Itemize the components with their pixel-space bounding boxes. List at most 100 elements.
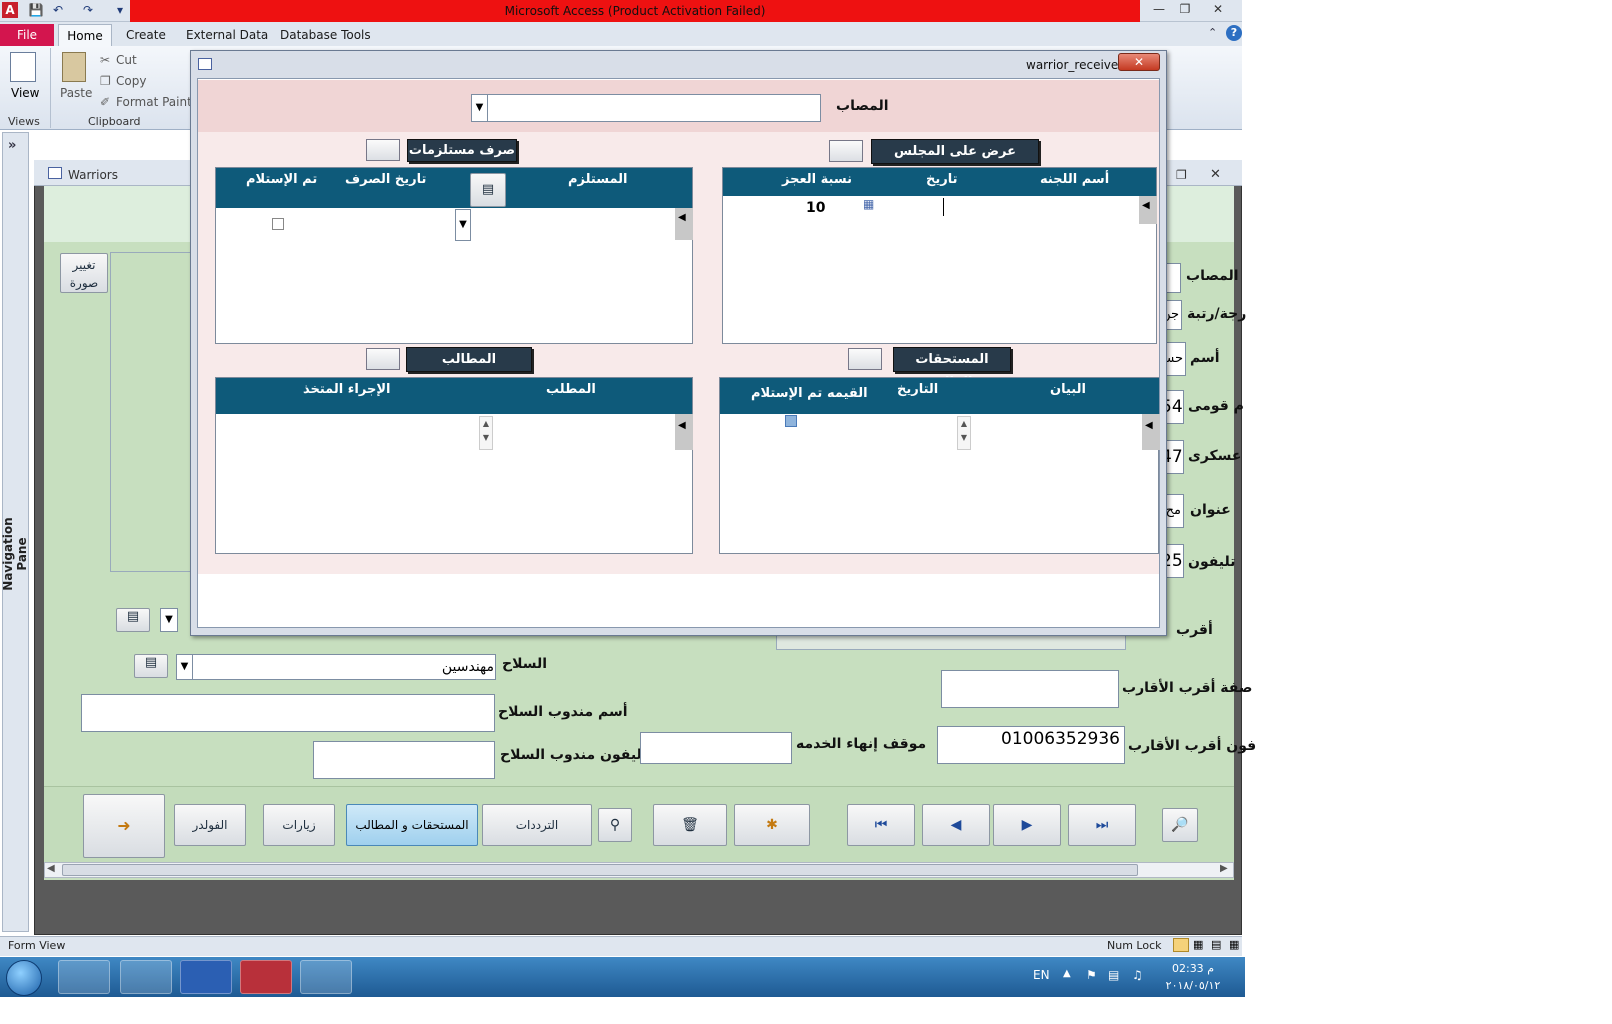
supplies-received-checkbox[interactable]	[272, 218, 284, 230]
scroll-left-icon[interactable]: ◀	[47, 863, 55, 874]
first-record-button[interactable]: ⏮	[847, 804, 915, 846]
expand-nav-icon[interactable]: »	[8, 138, 16, 153]
close-icon[interactable]: ✕	[1205, 0, 1231, 18]
format-painter-icon[interactable]: ✐	[100, 95, 110, 109]
exit-button[interactable]: ➜	[83, 794, 165, 858]
address-label: عنوان	[1190, 502, 1231, 518]
design-view-icon[interactable]: ▦	[1229, 938, 1241, 952]
medical-open-icon[interactable]	[829, 140, 863, 162]
start-button[interactable]	[6, 960, 42, 996]
requests-open-icon[interactable]	[366, 348, 400, 370]
navigation-pane-label: Navigation Pane	[1, 517, 29, 591]
visits-button[interactable]: زيارات	[263, 804, 335, 846]
form-view-icon[interactable]	[1173, 938, 1189, 952]
kin-relation-field[interactable]	[941, 670, 1119, 708]
minimize-icon[interactable]: —	[1146, 0, 1172, 18]
change-photo-button[interactable]: تغيير صورة	[60, 253, 108, 293]
view-icon[interactable]	[10, 52, 36, 82]
form-icon	[48, 167, 62, 179]
save-icon[interactable]: 💾	[28, 2, 44, 18]
undo-icon[interactable]: ↶	[50, 2, 66, 18]
row-pointer-icon: ◀	[1142, 200, 1150, 211]
taskbar-snipping-icon[interactable]	[120, 960, 172, 994]
clock-date[interactable]: ٢٠١٨/٠٥/١٢	[1162, 979, 1224, 992]
view-button[interactable]: View	[11, 86, 39, 100]
national-id-label: م قومى	[1188, 398, 1244, 414]
financial-spin-icon[interactable]: ▲ ▼	[957, 416, 971, 450]
dropdown-arrow-icon[interactable]: ▼	[160, 608, 178, 632]
form-view-button-1[interactable]: ▤	[116, 608, 150, 632]
disability-value[interactable]: 10	[806, 200, 825, 216]
warriors-close-icon[interactable]: ✕	[1210, 167, 1221, 182]
calendar-icon[interactable]: ▦	[863, 197, 874, 211]
delete-record-button[interactable]: 🗑	[653, 804, 727, 846]
help-icon[interactable]: ?	[1226, 25, 1242, 41]
minimize-ribbon-icon[interactable]: ⌃	[1208, 26, 1217, 39]
new-record-button[interactable]: ✱	[734, 804, 810, 846]
supplies-col-item: المستلزم	[568, 172, 628, 187]
cut-icon[interactable]: ✂	[100, 53, 110, 67]
folder-button[interactable]: الفولدر	[174, 804, 246, 846]
weapon-rep-phone-field[interactable]	[313, 741, 495, 779]
last-record-button[interactable]: ⏭	[1068, 804, 1136, 846]
taskbar-app-icon[interactable]	[300, 960, 352, 994]
text-cursor	[943, 198, 944, 216]
scrollbar-thumb[interactable]	[62, 864, 1138, 876]
kin-label: أقرب	[1176, 622, 1213, 638]
cut-button[interactable]: Cut	[116, 53, 137, 67]
supplies-open-icon[interactable]	[366, 139, 400, 161]
medical-board-button[interactable]: عرض على المجلس الطبى	[871, 139, 1039, 182]
supplies-col-received: تم الإستلام	[246, 172, 318, 187]
tab-database-tools[interactable]: Database Tools	[272, 24, 379, 46]
tab-file[interactable]: File	[0, 24, 54, 46]
datasheet-view-icon[interactable]: ▦	[1193, 938, 1207, 952]
copy-button[interactable]: Copy	[116, 74, 146, 88]
tab-create[interactable]: Create	[118, 24, 174, 46]
financial-col-description: البيان	[1050, 382, 1086, 397]
weapon-dropdown-icon[interactable]: ▼	[177, 655, 193, 679]
customize-qat-icon[interactable]: ▾	[112, 2, 128, 18]
restore-icon[interactable]: ❐	[1172, 0, 1198, 18]
injured-dropdown-icon[interactable]: ▼	[472, 95, 488, 121]
paste-button[interactable]: Paste	[60, 86, 92, 100]
action-center-icon[interactable]: ⚑	[1086, 968, 1097, 982]
previous-record-button[interactable]: ◀	[922, 804, 990, 846]
find-binoculars-icon[interactable]: 🔎	[1162, 808, 1198, 842]
dialog-close-icon[interactable]: ✕	[1118, 53, 1160, 71]
financial-open-icon[interactable]	[848, 348, 882, 370]
supplies-form-icon[interactable]: ▤	[470, 173, 506, 207]
language-indicator[interactable]: EN	[1033, 968, 1050, 982]
copy-icon[interactable]: ❐	[100, 74, 111, 88]
weapon-rep-name-field[interactable]	[81, 694, 495, 732]
tab-home[interactable]: Home	[58, 24, 112, 47]
rank-label: رجة/رتبة	[1187, 306, 1247, 322]
redo-icon[interactable]: ↷	[80, 2, 96, 18]
network-icon[interactable]: ▤	[1108, 968, 1119, 982]
warriors-restore-icon[interactable]: ❐	[1176, 168, 1187, 182]
search-icon[interactable]: ⚲	[598, 808, 632, 842]
clock-time[interactable]: 02:33 م	[1168, 962, 1218, 975]
requests-spin-icon[interactable]: ▲ ▼	[479, 416, 493, 450]
next-record-button[interactable]: ▶	[993, 804, 1061, 846]
warriors-title: Warriors	[68, 168, 118, 182]
tab-external-data[interactable]: External Data	[178, 24, 276, 46]
kin-phone-field[interactable]: 01006352936	[937, 726, 1125, 764]
visits-frequency-button[interactable]: الترددات	[482, 804, 592, 846]
volume-icon[interactable]: ♫	[1132, 968, 1143, 982]
supplies-button[interactable]: صرف مستلزمات	[407, 139, 517, 162]
taskbar-explorer-icon[interactable]	[58, 960, 110, 994]
financial-dues-button[interactable]: المستحقات الماليه	[893, 347, 1011, 390]
dues-requests-button[interactable]: المستحقات و المطالب	[346, 804, 478, 846]
service-end-field[interactable]	[640, 732, 792, 764]
tray-expand-icon[interactable]: ▲	[1063, 968, 1071, 979]
supplies-dropdown-icon[interactable]: ▼	[455, 209, 471, 241]
paste-icon[interactable]	[62, 52, 86, 82]
scroll-right-icon[interactable]: ▶	[1220, 863, 1228, 874]
layout-view-icon[interactable]: ▤	[1211, 938, 1225, 952]
financial-received-checkbox[interactable]	[785, 415, 797, 427]
taskbar-word-icon[interactable]	[180, 960, 232, 994]
taskbar-access-icon[interactable]	[240, 960, 292, 994]
injured-combo[interactable]	[471, 94, 821, 122]
requests-button[interactable]: المطالب	[406, 347, 532, 372]
form-view-button-2[interactable]: ▤	[134, 654, 168, 678]
